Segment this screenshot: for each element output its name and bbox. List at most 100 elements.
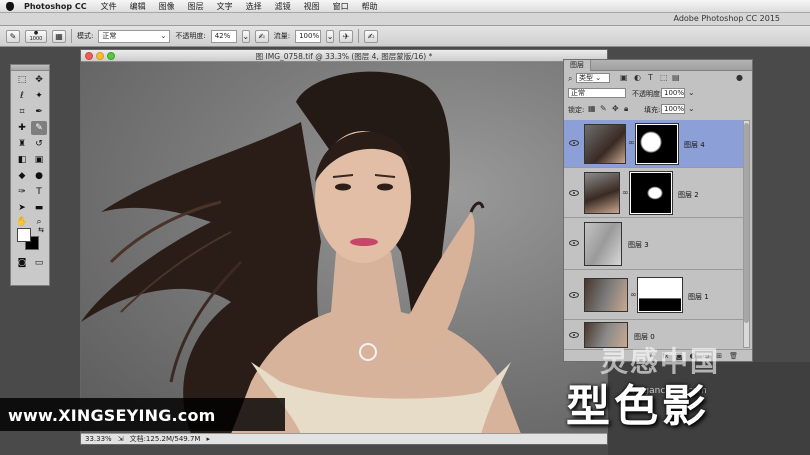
document-title-bar[interactable]: 图 IMG_0758.tif @ 33.3% (图层 4, 图层蒙版/16) *	[81, 50, 607, 62]
layers-panel: 图层 ⌕ 类型 ⌄ ▣ ◐ T ⬚ ▤ ● 正常 不透明度: 100% ⌄ 锁定…	[563, 59, 753, 362]
link-icon[interactable]: ∞	[622, 188, 629, 197]
eye-icon[interactable]	[569, 240, 579, 246]
app-menu[interactable]: Photoshop CC	[24, 2, 87, 11]
path-select-tool-icon[interactable]: ➤	[14, 201, 30, 215]
quick-select-tool-icon[interactable]: ✦	[31, 89, 47, 103]
type-tool-icon[interactable]: T	[31, 185, 47, 199]
link-icon[interactable]: ∞	[628, 138, 635, 147]
layer-mask-thumbnail[interactable]	[635, 123, 679, 165]
layer-mask-thumbnail[interactable]	[637, 277, 683, 313]
eye-icon[interactable]	[569, 292, 579, 298]
brush-size-picker[interactable]: ● 1000	[25, 29, 47, 43]
eyedropper-tool-icon[interactable]: ✒	[31, 105, 47, 119]
chevron-down-icon: ⌄	[160, 32, 167, 40]
layer-row[interactable]: ∞ 图层 4	[564, 120, 744, 168]
menu-layer[interactable]: 图层	[188, 1, 204, 12]
menu-window[interactable]: 窗口	[333, 1, 349, 12]
layer-row[interactable]: 图层 3	[564, 218, 744, 270]
zoom-level[interactable]: 33.33%	[85, 435, 112, 443]
menu-select[interactable]: 选择	[246, 1, 262, 12]
filter-pixel-icon[interactable]: ▣	[620, 73, 628, 82]
scrollbar-thumb[interactable]	[744, 123, 749, 323]
opacity-field[interactable]: 42%	[210, 29, 237, 43]
pressure-opacity-icon[interactable]: ✍	[254, 29, 269, 43]
layer-thumbnail	[584, 222, 622, 266]
fill-field[interactable]: 100%	[661, 104, 685, 114]
opacity-label: 不透明度:	[175, 32, 206, 40]
menu-filter[interactable]: 滤镜	[275, 1, 291, 12]
options-bar: ✎ ● 1000 ▦ 模式: 正常 ⌄ 不透明度: 42% ⌄ ✍ 流量: 100%…	[0, 26, 810, 47]
history-brush-tool-icon[interactable]: ↺	[31, 137, 47, 151]
menu-help[interactable]: 帮助	[362, 1, 378, 12]
fill-value: 100%	[664, 105, 685, 113]
eye-icon[interactable]	[569, 140, 579, 146]
layer-mask-thumbnail[interactable]	[629, 171, 673, 215]
trash-icon[interactable]: 🗑︎	[729, 352, 738, 360]
filter-kind-value: 类型	[579, 74, 593, 82]
layer-name: 图层 4	[684, 141, 705, 149]
dodge-tool-icon[interactable]: ●	[31, 169, 47, 183]
layers-scrollbar[interactable]	[743, 120, 750, 348]
blend-mode-select[interactable]: 正常	[568, 88, 626, 98]
filter-adjustment-icon[interactable]: ◐	[634, 73, 641, 82]
lock-all-icon[interactable]: 🔒︎	[624, 104, 628, 114]
brush-panel-icon[interactable]: ▦	[52, 29, 66, 43]
fill-label: 填充:	[644, 106, 661, 114]
filter-type-icon[interactable]: T	[648, 73, 653, 82]
brush-tool-icon[interactable]: ✎	[31, 121, 47, 135]
eye-icon[interactable]	[569, 190, 579, 196]
layer-row[interactable]: ∞ 图层 1	[564, 270, 744, 320]
document-info[interactable]: 文档:125.2M/549.7M	[130, 434, 201, 444]
mode-select[interactable]: 正常 ⌄	[98, 29, 171, 43]
status-arrow-icon[interactable]: ▸	[206, 435, 210, 443]
flow-dropdown[interactable]: ⌄	[326, 29, 335, 43]
marquee-tool-icon[interactable]: ⬚	[14, 73, 30, 87]
gradient-tool-icon[interactable]: ▣	[31, 153, 47, 167]
apple-icon[interactable]	[6, 1, 14, 11]
lock-transparency-icon[interactable]: ▦	[588, 104, 596, 113]
link-icon[interactable]: ∞	[630, 290, 637, 299]
tab-layers[interactable]: 图层	[564, 60, 591, 71]
lasso-tool-icon[interactable]: ℓ	[14, 89, 30, 103]
airbrush-icon[interactable]: ✈	[339, 29, 354, 43]
filter-toggle-icon[interactable]: ●	[736, 73, 743, 82]
eraser-tool-icon[interactable]: ◧	[14, 153, 30, 167]
blur-tool-icon[interactable]: ◆	[14, 169, 30, 183]
lock-position-icon[interactable]: ✥	[612, 104, 619, 113]
lock-pixels-icon[interactable]: ✎	[600, 104, 607, 113]
filter-kind-select[interactable]: 类型 ⌄	[576, 73, 610, 83]
move-tool-icon[interactable]: ✥	[31, 73, 47, 87]
pen-tool-icon[interactable]: ✑	[14, 185, 30, 199]
chevron-down-icon[interactable]: ⌄	[688, 88, 695, 97]
quick-mask-icon[interactable]: ◙	[14, 256, 30, 270]
eye-icon[interactable]	[569, 332, 579, 338]
image-canvas[interactable]	[81, 62, 607, 434]
pressure-size-icon[interactable]: ✍	[364, 29, 379, 43]
menu-image[interactable]: 图像	[159, 1, 175, 12]
brand-logo: 型色影	[566, 381, 710, 432]
foreground-color-swatch[interactable]	[17, 228, 31, 242]
opacity-dropdown[interactable]: ⌄	[241, 29, 250, 43]
brush-tool-preset-icon[interactable]: ✎	[6, 29, 20, 43]
filter-smart-object-icon[interactable]: ▤	[672, 73, 680, 82]
shape-tool-icon[interactable]: ▬	[31, 201, 47, 215]
layer-row[interactable]: ∞ 图层 2	[564, 168, 744, 218]
healing-brush-tool-icon[interactable]: ✚	[14, 121, 30, 135]
chevron-down-icon[interactable]: ⌄	[688, 104, 695, 113]
menu-edit[interactable]: 编辑	[130, 1, 146, 12]
screen-mode-icon[interactable]: ▭	[31, 256, 47, 270]
menu-file[interactable]: 文件	[101, 1, 117, 12]
tools-panel-header[interactable]	[11, 65, 49, 71]
brush-size-value: 1000	[29, 36, 43, 42]
menu-view[interactable]: 视图	[304, 1, 320, 12]
crop-tool-icon[interactable]: ⌗	[14, 105, 30, 119]
hand-tool-icon[interactable]: ✋	[14, 215, 30, 229]
swap-colors-icon[interactable]: ⇆	[33, 223, 49, 237]
status-export-icon[interactable]: ⇲	[118, 435, 124, 443]
menu-type[interactable]: 文字	[217, 1, 233, 12]
flow-label: 流量:	[273, 32, 291, 40]
stamp-tool-icon[interactable]: ♜	[14, 137, 30, 151]
filter-shape-icon[interactable]: ⬚	[660, 73, 668, 82]
flow-field[interactable]: 100%	[295, 29, 322, 43]
layer-opacity-field[interactable]: 100%	[661, 88, 685, 98]
